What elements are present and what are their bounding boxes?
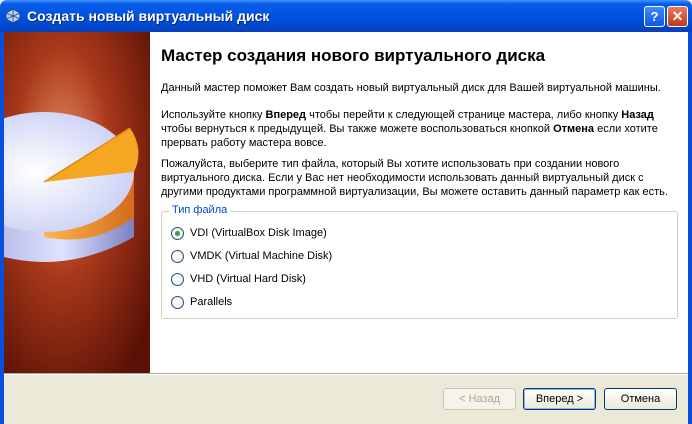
nav-bold-back: Назад [621,109,654,121]
file-type-group: Тип файла VDI (VirtualBox Disk Image) VM… [161,204,678,319]
window-frame-right [688,32,692,424]
radio-label: Parallels [190,296,233,308]
nav-text-3: чтобы вернуться к предыдущей. Вы также м… [161,123,554,135]
radio-button[interactable] [171,295,184,309]
nav-text-1: Используйте кнопку [161,109,266,121]
radio-option-vhd[interactable]: VHD (Virtual Hard Disk) [171,271,306,287]
radio-option-parallels[interactable]: Parallels [171,294,232,310]
radio-label: VHD (Virtual Hard Disk) [190,273,306,285]
next-button[interactable]: Вперед > [523,388,596,410]
virtualbox-icon [5,8,21,24]
radio-button[interactable] [171,226,184,240]
close-button[interactable]: ✕ [667,6,688,27]
window-title: Создать новый виртуальный диск [27,8,270,24]
intro-paragraph: Данный мастер поможет Вам создать новый … [161,82,661,94]
cancel-button[interactable]: Отмена [604,388,677,410]
hard-disk-illustration [4,32,150,373]
navigation-paragraph: Используйте кнопку Вперед чтобы перейти … [161,108,677,150]
nav-bold-cancel: Отмена [553,123,595,135]
button-separator [4,373,688,375]
radio-option-vdi[interactable]: VDI (VirtualBox Disk Image) [171,225,327,241]
wizard-window: Создать новый виртуальный диск ? ✕ Масте… [0,0,692,424]
help-button[interactable]: ? [644,6,665,27]
radio-label: VMDK (Virtual Machine Disk) [190,250,333,262]
file-type-paragraph: Пожалуйста, выберите тип файла, который … [161,158,668,198]
radio-label: VDI (VirtualBox Disk Image) [190,227,327,239]
wizard-content: Мастер создания нового виртуального диск… [150,32,688,373]
radio-button[interactable] [171,272,184,286]
nav-bold-next: Вперед [265,109,307,121]
back-button[interactable]: < Назад [443,388,516,410]
radio-button[interactable] [171,249,184,263]
radio-option-vmdk[interactable]: VMDK (Virtual Machine Disk) [171,248,332,264]
file-type-legend: Тип файла [169,204,231,216]
wizard-heading: Мастер создания нового виртуального диск… [161,46,546,65]
title-bar[interactable]: Создать новый виртуальный диск ? ✕ [0,0,692,32]
nav-text-2: чтобы перейти к следующей странице масте… [306,109,622,121]
